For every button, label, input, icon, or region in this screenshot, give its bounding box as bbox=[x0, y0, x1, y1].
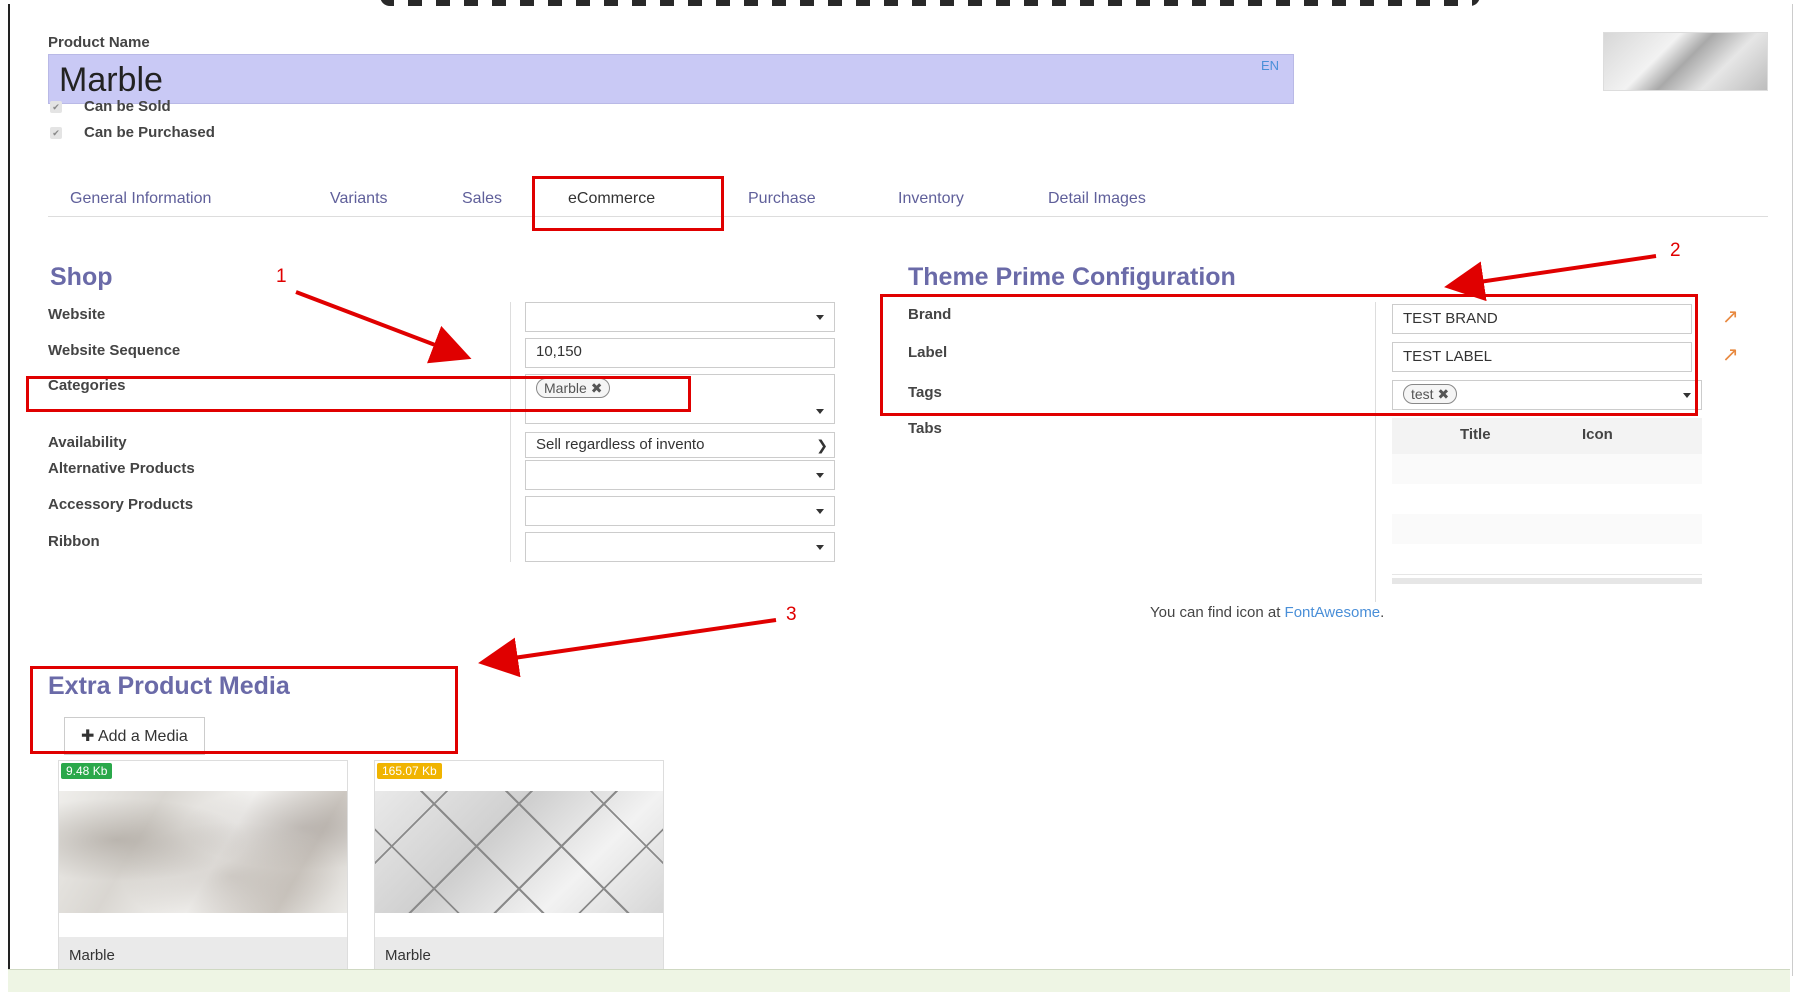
product-form: Product Name Marble EN ✔ Can be Sold ✔ C… bbox=[8, 4, 1793, 976]
status-strip bbox=[8, 969, 1790, 992]
annotation-arrow-2 bbox=[1444, 254, 1657, 302]
annotation-arrows bbox=[295, 254, 1657, 678]
annotation-arrow-1 bbox=[295, 290, 472, 364]
annotation-arrow-3 bbox=[478, 618, 777, 678]
